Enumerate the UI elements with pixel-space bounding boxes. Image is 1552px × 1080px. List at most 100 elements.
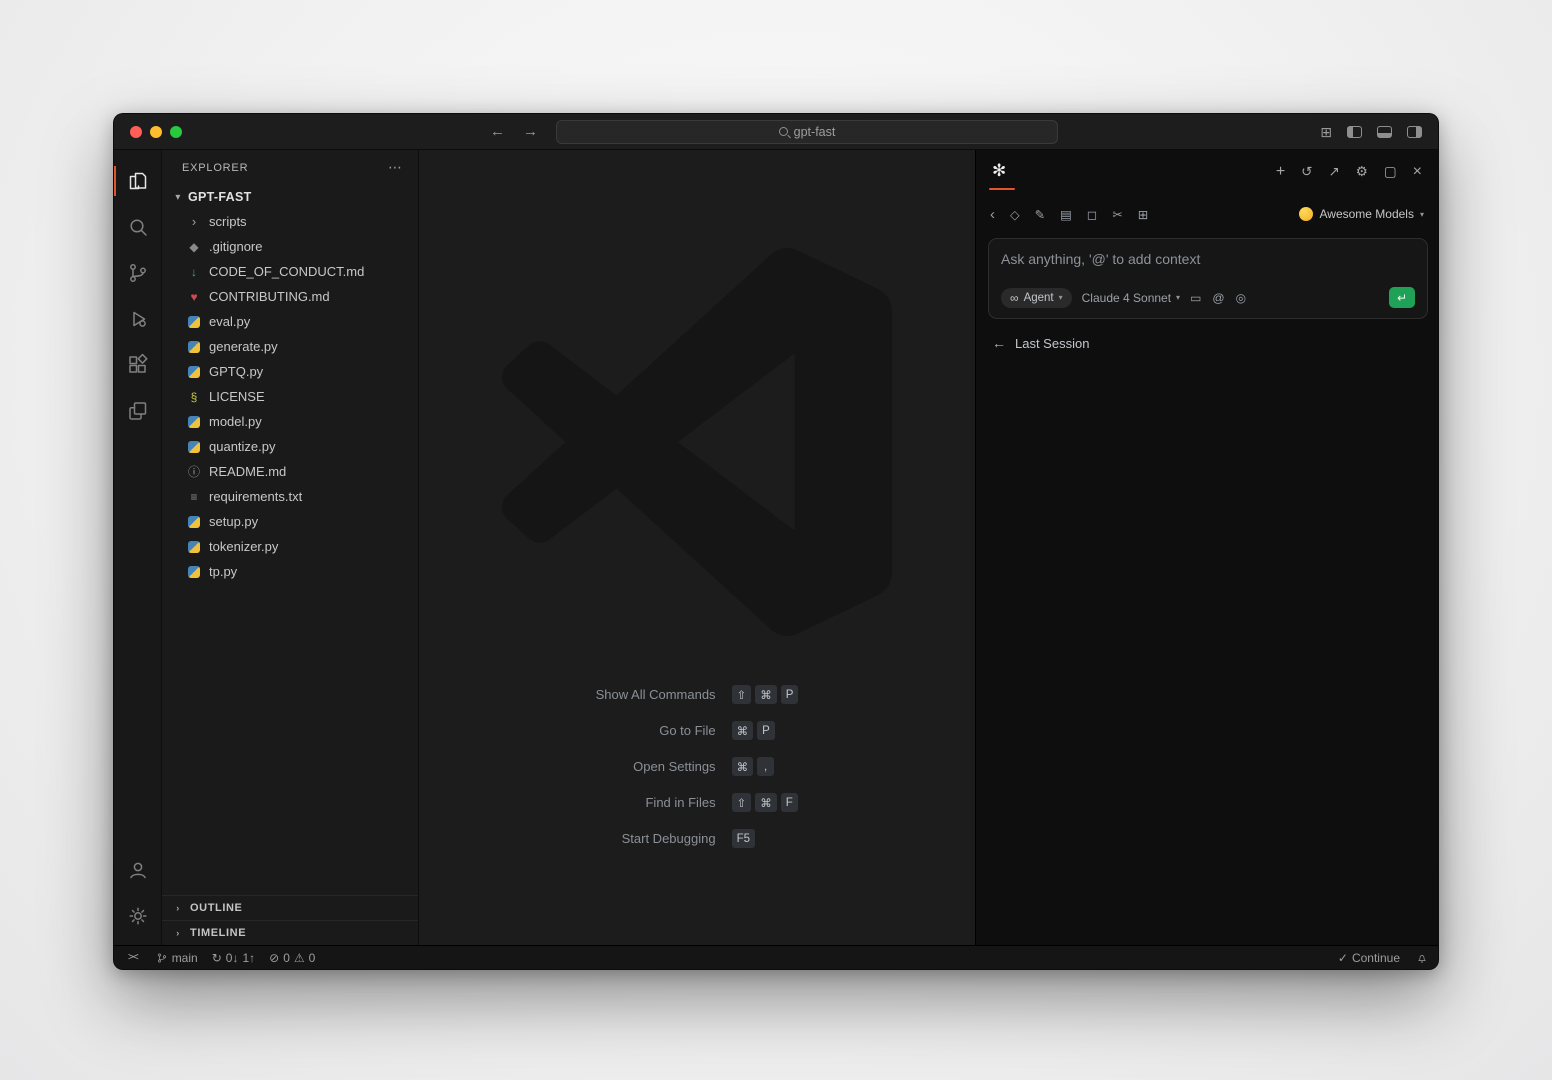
back-icon[interactable]: ← <box>490 123 505 140</box>
file-row-requirements[interactable]: ≡ requirements.txt <box>162 484 418 509</box>
toggle-panel-icon[interactable] <box>1377 126 1392 138</box>
keyboard-shortcut-hints: Show All Commands ⇧ ⌘ P Go to File ⌘ P O… <box>596 685 799 848</box>
last-session-link[interactable]: ← Last Session <box>992 335 1438 351</box>
models-menu-button[interactable]: Awesome Models ▾ <box>1299 207 1424 221</box>
model-selector[interactable]: Claude 4 Sonnet ▾ <box>1082 291 1180 305</box>
send-button[interactable]: ↵ <box>1389 287 1415 308</box>
explorer-icon[interactable] <box>114 158 162 204</box>
folder-row-scripts[interactable]: › scripts <box>162 209 418 234</box>
explorer-header: EXPLORER ⋯ <box>162 150 418 185</box>
keycap: ⌘ <box>732 757 754 776</box>
zoom-window-button[interactable] <box>170 126 182 138</box>
shortcut-keys: ⇧ ⌘ P <box>732 685 799 704</box>
keycap: F5 <box>732 829 755 848</box>
comment-icon[interactable]: ◻ <box>1087 207 1097 222</box>
file-name: GPTQ.py <box>209 364 263 379</box>
attachment-icons: ▭ @ ◎ <box>1190 291 1246 305</box>
shortcut-keys: ⌘ , <box>732 757 799 776</box>
toolbar-back-icon[interactable]: ‹ <box>990 206 995 223</box>
agent-mode-selector[interactable]: ∞ Agent ▾ <box>1001 288 1072 308</box>
continue-status-item[interactable]: ✓ Continue <box>1338 951 1400 965</box>
info-icon: ⓘ <box>186 464 202 480</box>
file-row-gitignore[interactable]: ◆ .gitignore <box>162 234 418 259</box>
minimize-window-button[interactable] <box>150 126 162 138</box>
git-file-icon: ◆ <box>186 239 202 255</box>
project-root-row[interactable]: ▾ GPT-FAST <box>162 185 418 209</box>
keycap: ⇧ <box>732 685 752 704</box>
python-icon <box>186 314 202 330</box>
chat-toolbar: ‹ ◇ ✎ ▤ ◻ ✂ ⊞ Awesome Models ▾ <box>976 198 1438 230</box>
search-icon <box>779 127 788 136</box>
toggle-primary-sidebar-icon[interactable] <box>1347 126 1362 138</box>
remote-explorer-icon[interactable] <box>114 388 162 434</box>
mention-icon[interactable]: @ <box>1212 291 1224 305</box>
chat-input[interactable] <box>1001 251 1415 267</box>
shortcut-label: Go to File <box>596 723 716 738</box>
open-in-editor-icon[interactable]: ↗ <box>1328 164 1339 180</box>
file-row-contributing[interactable]: ♥ CONTRIBUTING.md <box>162 284 418 309</box>
customize-layout-icon[interactable]: ⊞ <box>1320 125 1332 139</box>
timeline-label: TIMELINE <box>190 927 246 939</box>
file-row-readme[interactable]: ⓘ README.md <box>162 459 418 484</box>
file-row-quantize[interactable]: quantize.py <box>162 434 418 459</box>
problems-status[interactable]: ⊘ 0 ⚠ 0 <box>269 951 315 965</box>
file-row-generate[interactable]: generate.py <box>162 334 418 359</box>
notifications-bell-icon[interactable] <box>1416 952 1428 964</box>
keycap: , <box>757 757 774 776</box>
file-tree: ▾ GPT-FAST › scripts ◆ .gitignore ↓ CODE… <box>162 185 418 895</box>
history-navigation: ← → <box>490 123 538 140</box>
file-row-tp[interactable]: tp.py <box>162 559 418 584</box>
vscode-logo-watermark <box>502 247 892 637</box>
book-icon[interactable]: ▤ <box>1060 207 1072 222</box>
explorer-more-actions-icon[interactable]: ⋯ <box>388 159 402 176</box>
file-row-license[interactable]: § LICENSE <box>162 384 418 409</box>
file-name: CONTRIBUTING.md <box>209 289 330 304</box>
new-chat-icon[interactable]: + <box>1276 163 1285 181</box>
image-icon[interactable]: ▭ <box>1190 291 1201 305</box>
forward-icon[interactable]: → <box>523 123 538 140</box>
lightbulb-icon[interactable]: ◎ <box>1236 291 1246 305</box>
file-row-setup[interactable]: setup.py <box>162 509 418 534</box>
check-icon: ✓ <box>1338 951 1348 965</box>
keycap: ⌘ <box>732 721 754 740</box>
chevron-down-icon: ▾ <box>172 192 184 203</box>
file-row-model[interactable]: model.py <box>162 409 418 434</box>
file-row-code-of-conduct[interactable]: ↓ CODE_OF_CONDUCT.md <box>162 259 418 284</box>
file-name: generate.py <box>209 339 278 354</box>
scissors-icon[interactable]: ✂ <box>1112 207 1122 222</box>
file-name: tp.py <box>209 564 237 579</box>
shortcut-keys: ⇧ ⌘ F <box>732 793 799 812</box>
main-area: EXPLORER ⋯ ▾ GPT-FAST › scripts ◆ .gitig… <box>114 150 1438 945</box>
grid-icon[interactable]: ⊞ <box>1138 207 1148 222</box>
close-window-button[interactable] <box>130 126 142 138</box>
search-sidebar-icon[interactable] <box>114 204 162 250</box>
expand-icon[interactable]: ▢ <box>1384 164 1397 180</box>
file-row-gptq[interactable]: GPTQ.py <box>162 359 418 384</box>
close-panel-icon[interactable]: × <box>1413 163 1422 181</box>
file-row-tokenizer[interactable]: tokenizer.py <box>162 534 418 559</box>
send-icon: ↵ <box>1397 291 1407 305</box>
extensions-icon[interactable] <box>114 342 162 388</box>
run-debug-icon[interactable] <box>114 296 162 342</box>
sync-status[interactable]: ↻ 0↓ 1↑ <box>212 951 255 965</box>
source-control-icon[interactable] <box>114 250 162 296</box>
shortcut-label: Open Settings <box>596 759 716 774</box>
app-window: ← → gpt-fast ⊞ <box>113 113 1439 970</box>
folder-chevron-icon: › <box>186 214 202 230</box>
timeline-section-header[interactable]: › TIMELINE <box>162 920 418 945</box>
edit-icon[interactable]: ✎ <box>1035 207 1045 222</box>
accounts-icon[interactable] <box>114 847 162 893</box>
toggle-secondary-sidebar-icon[interactable] <box>1407 126 1422 138</box>
file-row-eval[interactable]: eval.py <box>162 309 418 334</box>
remote-indicator[interactable]: >< <box>124 950 142 965</box>
git-branch-status[interactable]: main <box>156 951 198 965</box>
box-icon[interactable]: ◇ <box>1010 207 1020 222</box>
settings-gear-icon[interactable] <box>114 893 162 939</box>
command-center-search[interactable]: gpt-fast <box>556 120 1058 144</box>
outline-section-header[interactable]: › OUTLINE <box>162 895 418 920</box>
titlebar: ← → gpt-fast ⊞ <box>114 114 1438 150</box>
ribbon-icon: ♥ <box>186 289 202 305</box>
history-icon[interactable]: ↺ <box>1301 164 1312 180</box>
continue-label: Continue <box>1352 951 1400 965</box>
chat-settings-gear-icon[interactable]: ⚙ <box>1356 164 1368 180</box>
